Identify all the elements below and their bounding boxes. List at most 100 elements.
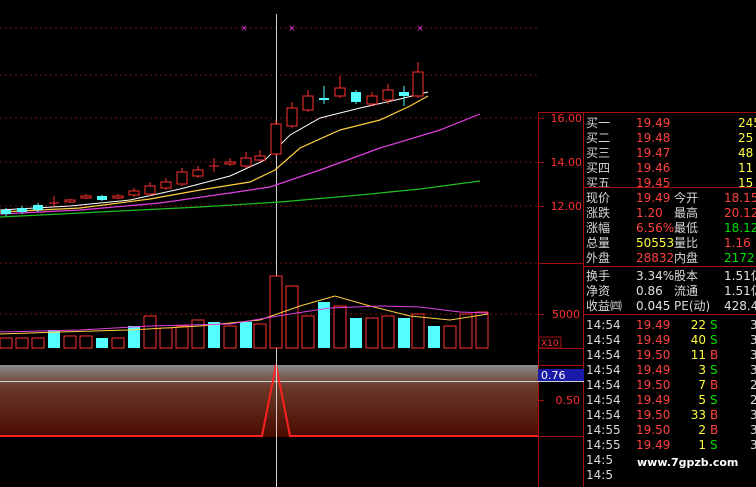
candle-body bbox=[144, 185, 156, 195]
volume-bar bbox=[365, 317, 379, 349]
tick-volume: 2 bbox=[698, 423, 706, 437]
tick-row: 14:54 19.50 33 B 3 bbox=[584, 408, 756, 423]
volume-bar bbox=[240, 322, 252, 348]
tick-extra: 3 bbox=[750, 408, 756, 422]
candle-body bbox=[160, 181, 172, 189]
candle-body bbox=[128, 190, 140, 196]
tick-row: 14:54 19.50 11 B 3 bbox=[584, 348, 756, 363]
stat-value: 18.12 bbox=[724, 221, 756, 235]
volume-bar bbox=[223, 325, 237, 349]
candle bbox=[319, 86, 329, 104]
order-book-row: 买三 19.47 48 bbox=[584, 146, 756, 161]
finance-label: 流通 bbox=[674, 284, 699, 298]
finance-value: 0.86 bbox=[636, 284, 663, 298]
finance-label: 净资 bbox=[586, 284, 611, 298]
tick-row: 14:54 19.49 22 S 3 bbox=[584, 318, 756, 333]
tick-volume: 3 bbox=[698, 363, 706, 377]
tick-row: 14:54 19.50 7 B 2 bbox=[584, 378, 756, 393]
candle-body bbox=[270, 123, 282, 155]
volume-bar bbox=[0, 337, 13, 349]
candle bbox=[366, 92, 378, 106]
tick-price: 19.49 bbox=[636, 318, 671, 332]
candle bbox=[240, 152, 252, 168]
candle bbox=[192, 166, 204, 178]
candle bbox=[128, 188, 140, 197]
candle-body bbox=[412, 71, 424, 97]
volume-bar bbox=[285, 285, 299, 349]
candle-body bbox=[33, 205, 43, 210]
tick-price: 19.49 bbox=[636, 363, 671, 377]
divider bbox=[584, 266, 756, 267]
divider bbox=[584, 187, 756, 188]
stat-label: 今开 bbox=[674, 191, 699, 205]
book-quantity: 11 bbox=[738, 161, 754, 175]
candle-body bbox=[382, 89, 394, 101]
volume-series bbox=[0, 275, 489, 349]
tick-price: 19.50 bbox=[636, 408, 671, 422]
tick-price: 19.50 bbox=[636, 348, 671, 362]
quote-panel: 买一19.49245买二19.4825买三19.4748买四19.4611买五1… bbox=[584, 112, 756, 487]
indicator-tick-label: 0.50 bbox=[556, 394, 581, 407]
stat-label: 涨跌 bbox=[586, 206, 611, 220]
candle-body bbox=[334, 87, 346, 97]
stat-value: 20.12 bbox=[724, 206, 756, 220]
tick-time: 14:54 bbox=[586, 348, 621, 362]
tick-side: B bbox=[710, 423, 719, 437]
price-gridlines bbox=[0, 27, 538, 315]
tick-extra: 3 bbox=[750, 363, 756, 377]
stat-value: 1.20 bbox=[636, 206, 663, 220]
order-book-row: 买一 19.49 245 bbox=[584, 116, 756, 131]
finance-row: 换手 3.34%股本 1.51亿 bbox=[584, 269, 756, 284]
tick-extra: 2 bbox=[750, 378, 756, 392]
order-book-row: 买二 19.48 25 bbox=[584, 131, 756, 146]
candle-body bbox=[286, 107, 298, 127]
tick-side: S bbox=[710, 363, 718, 377]
candle-body bbox=[80, 195, 92, 199]
candle-body bbox=[176, 171, 188, 185]
ma-magenta-line bbox=[0, 113, 481, 215]
tick-time: 14:55 bbox=[586, 438, 621, 452]
tick-row: 14:55 19.49 1 S 3 bbox=[584, 438, 756, 453]
tick-row: 14:54 19.49 40 S 3 bbox=[584, 333, 756, 348]
signal-marker: × bbox=[416, 24, 424, 34]
tick-volume: 22 bbox=[690, 318, 706, 332]
price-tick-label: 12.00 bbox=[551, 200, 583, 213]
volume-bar bbox=[96, 338, 108, 348]
tick-price: 19.50 bbox=[636, 378, 671, 392]
candle-body bbox=[17, 208, 27, 212]
tick-side: S bbox=[710, 333, 718, 347]
tick-side: S bbox=[710, 318, 718, 332]
tick-time: 14:54 bbox=[586, 378, 621, 392]
stat-value: 19.49 bbox=[636, 191, 671, 205]
tick-extra: 3 bbox=[750, 438, 756, 452]
tick-row: 14:54 19.49 5 S 2 bbox=[584, 393, 756, 408]
candle bbox=[286, 102, 298, 128]
finance-row: 收益㈣ 0.045 PE(动) 428.4 bbox=[584, 299, 756, 314]
tick-row: 14:5 bbox=[584, 468, 756, 483]
candle bbox=[144, 182, 156, 196]
candle-body bbox=[1, 210, 11, 214]
watermark: www.7gpzb.com bbox=[637, 456, 739, 469]
tick-side: S bbox=[710, 438, 718, 452]
book-quantity: 25 bbox=[738, 131, 754, 145]
candle bbox=[351, 90, 361, 104]
stat-label: 量比 bbox=[674, 236, 699, 250]
stat-value: 50553 bbox=[636, 236, 675, 250]
stat-row: 涨幅 6.56% 最低 18.12 bbox=[584, 221, 756, 236]
finance-label: 股本 bbox=[674, 269, 699, 283]
stat-label: 最高 bbox=[674, 206, 699, 220]
tick-volume: 11 bbox=[690, 348, 706, 362]
candle bbox=[224, 158, 236, 166]
candle-body bbox=[366, 95, 378, 105]
candle-body bbox=[302, 95, 314, 111]
tick-price: 19.49 bbox=[636, 333, 671, 347]
tick-price: 19.49 bbox=[636, 393, 671, 407]
tick-volume: 5 bbox=[698, 393, 706, 407]
tick-row: 14:55 19.50 2 B 3 bbox=[584, 423, 756, 438]
candle bbox=[209, 158, 219, 172]
book-price: 19.48 bbox=[636, 131, 671, 145]
tick-side: B bbox=[710, 348, 719, 362]
candle-body bbox=[112, 195, 124, 199]
finance-value: 3.34% bbox=[636, 269, 675, 283]
finance-value: 0.045 bbox=[636, 299, 671, 313]
